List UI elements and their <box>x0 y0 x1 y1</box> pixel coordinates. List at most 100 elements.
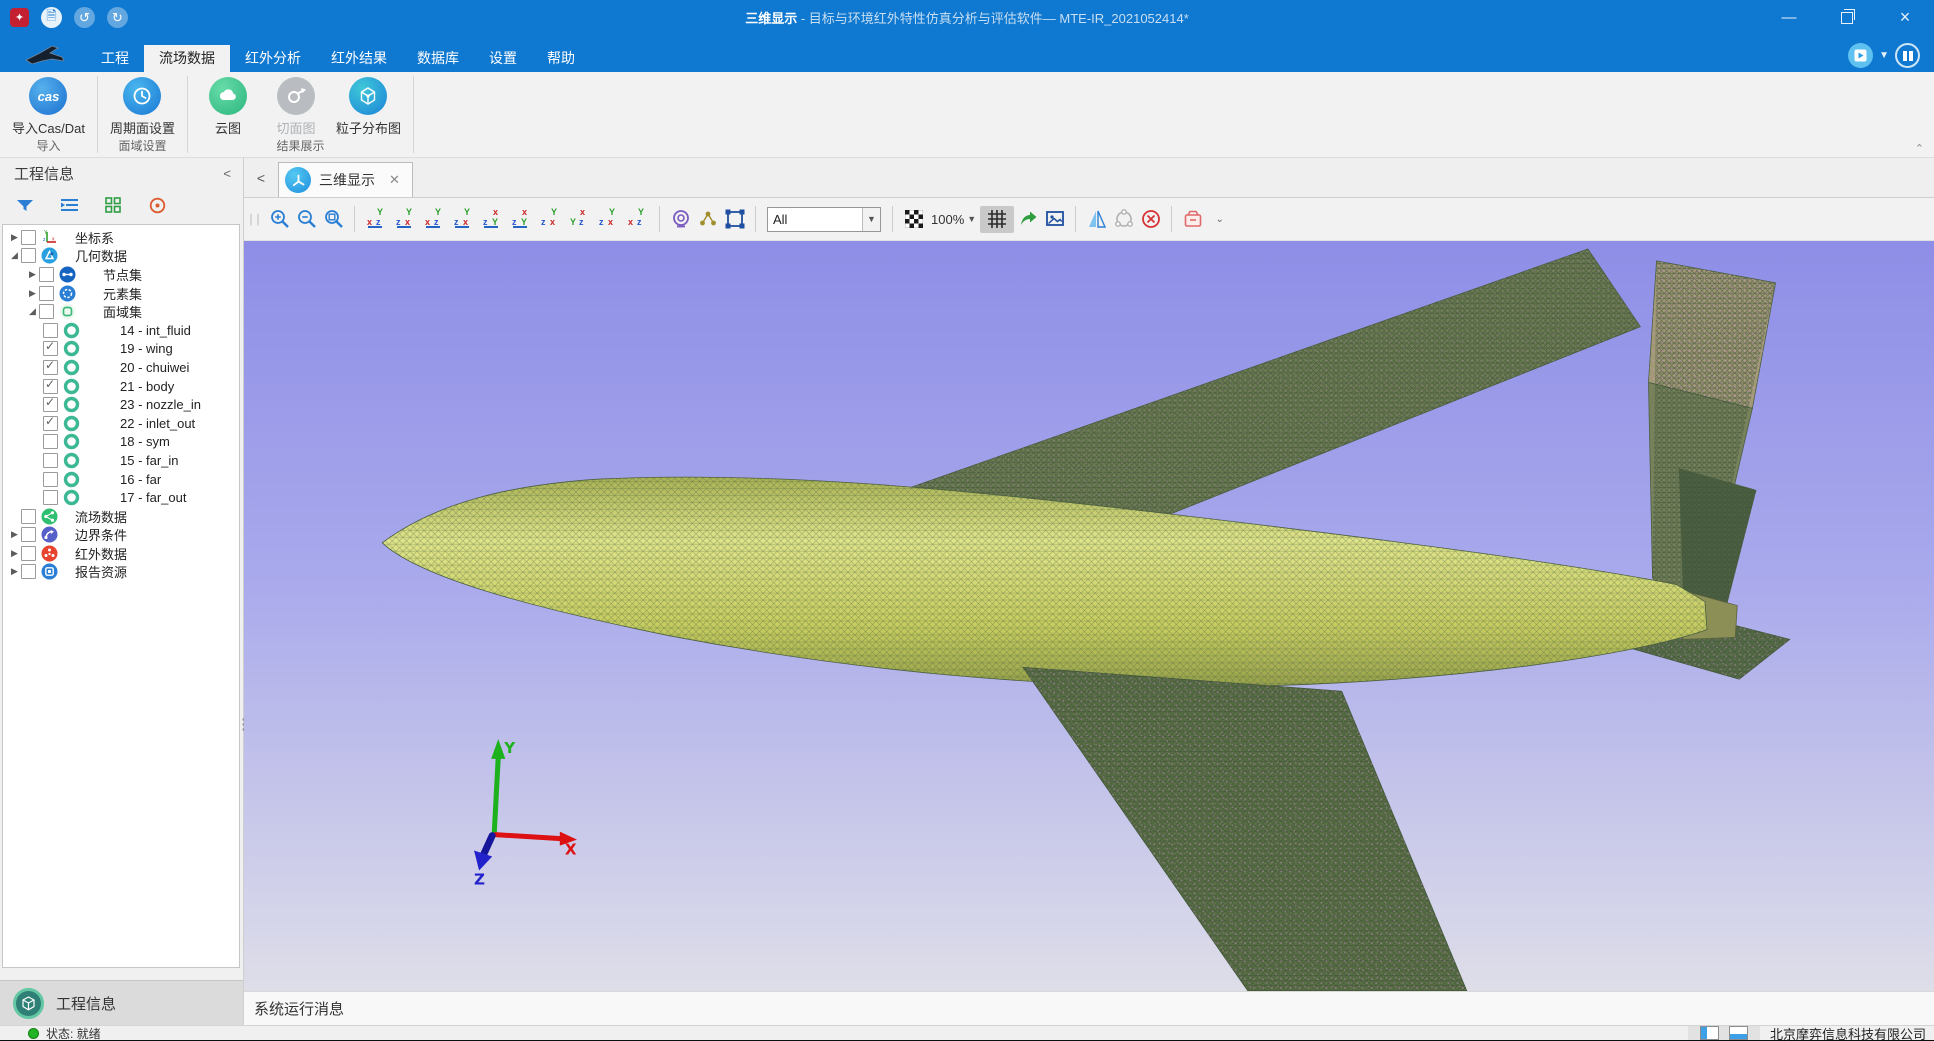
viewport-3d[interactable]: Y X Z <box>244 241 1934 991</box>
visibility-checkbox[interactable] <box>39 304 54 319</box>
zoom-in-button[interactable] <box>266 206 293 233</box>
tree-item-3[interactable]: ▶元素集 <box>3 284 239 303</box>
tree-item-11[interactable]: 18 - sym <box>3 433 239 452</box>
expander-icon[interactable]: ▶ <box>8 548 21 559</box>
tab-scroll-left-icon[interactable]: < <box>244 170 278 186</box>
visibility-checkbox[interactable] <box>39 267 54 282</box>
visibility-checkbox[interactable] <box>43 490 58 505</box>
project-info-footer-button[interactable]: 工程信息 <box>0 980 243 1025</box>
visibility-checkbox[interactable] <box>21 564 36 579</box>
ribbon-button-1-0[interactable]: 周期面设置 <box>106 77 179 137</box>
view-right-button[interactable]: Yzx <box>450 206 477 232</box>
ribbon-button-2-0[interactable]: 云图 <box>196 77 260 137</box>
visibility-checkbox[interactable] <box>21 546 36 561</box>
view-left-button[interactable]: Yxz <box>421 206 448 232</box>
close-button[interactable]: × <box>1876 0 1934 35</box>
package-button[interactable] <box>1179 206 1206 233</box>
tree-item-13[interactable]: 16 - far <box>3 470 239 489</box>
outline-list-icon[interactable] <box>58 196 80 214</box>
tab-3d-display[interactable]: 三维显示 ✕ <box>278 162 413 197</box>
box-select-button[interactable] <box>721 206 748 233</box>
tree-item-17[interactable]: ▶红外数据 <box>3 544 239 563</box>
expander-icon[interactable]: ▶ <box>8 566 21 577</box>
new-document-icon[interactable]: 🗎 <box>41 7 62 28</box>
menu-tab-5[interactable]: 设置 <box>474 45 532 72</box>
view-iso4-button[interactable]: Yxz <box>624 206 651 232</box>
visibility-checkbox[interactable] <box>43 416 58 431</box>
visibility-checkbox[interactable] <box>43 341 58 356</box>
visibility-checkbox[interactable] <box>21 248 36 263</box>
expander-icon[interactable]: ▶ <box>26 269 39 280</box>
visibility-checkbox[interactable] <box>43 360 58 375</box>
visibility-checkbox[interactable] <box>43 453 58 468</box>
view-bottom-button[interactable]: xzY <box>508 206 535 232</box>
view-back-button[interactable]: Yzx <box>392 206 419 232</box>
restore-button[interactable] <box>1818 0 1876 35</box>
tree-item-7[interactable]: 20 - chuiwei <box>3 358 239 377</box>
view-top-button[interactable]: xzY <box>479 206 506 232</box>
view-front-button[interactable]: Yxz <box>363 206 390 232</box>
zoom-level-dropdown[interactable]: 100% ▼ <box>931 212 976 227</box>
camera-button[interactable] <box>667 206 694 233</box>
visibility-checkbox[interactable] <box>43 434 58 449</box>
visibility-checkbox[interactable] <box>21 527 36 542</box>
grid-view-icon[interactable] <box>102 196 124 214</box>
menu-tab-0[interactable]: 工程 <box>86 45 144 72</box>
redo-icon[interactable]: ↻ <box>107 7 128 28</box>
visibility-checkbox[interactable] <box>21 230 36 245</box>
ribbon-button-2-2[interactable]: 粒子分布图 <box>332 77 405 137</box>
display-filter-select[interactable]: All ▼ <box>767 207 881 232</box>
visibility-checkbox[interactable] <box>43 397 58 412</box>
visibility-checkbox[interactable] <box>43 379 58 394</box>
menu-tab-2[interactable]: 红外分析 <box>230 45 316 72</box>
mirror-button[interactable] <box>1083 206 1110 233</box>
minimize-button[interactable]: — <box>1760 0 1818 35</box>
filter-icon[interactable] <box>14 196 36 214</box>
tree-item-18[interactable]: ▶报告资源 <box>3 563 239 582</box>
ribbon-collapse-icon[interactable]: ⌃ <box>1915 142 1924 155</box>
expander-icon[interactable]: ▶ <box>8 232 21 243</box>
tree-item-2[interactable]: ▶节点集 <box>3 265 239 284</box>
particle-trace-button[interactable] <box>694 206 721 233</box>
tree-item-8[interactable]: 21 - body <box>3 377 239 396</box>
menu-tab-4[interactable]: 数据库 <box>402 45 474 72</box>
layout-bottom-panel-icon[interactable] <box>1729 1026 1748 1040</box>
view-iso2-button[interactable]: xYz <box>566 206 593 232</box>
expander-icon[interactable]: ▶ <box>8 529 21 540</box>
toolbar-drag-handle[interactable]: ∣∣ <box>248 212 262 226</box>
ribbon-button-0-0[interactable]: cas导入Cas/Dat <box>8 77 89 137</box>
ring-nodes-button[interactable] <box>1110 206 1137 233</box>
tree-item-10[interactable]: 22 - inlet_out <box>3 414 239 433</box>
visibility-checkbox[interactable] <box>43 472 58 487</box>
menu-tab-3[interactable]: 红外结果 <box>316 45 402 72</box>
zoom-out-button[interactable] <box>293 206 320 233</box>
tree-item-0[interactable]: ▶Yzx坐标系 <box>3 228 239 247</box>
layout-left-panel-icon[interactable] <box>1700 1026 1719 1040</box>
undo-icon[interactable]: ↺ <box>74 7 95 28</box>
visibility-checkbox[interactable] <box>39 286 54 301</box>
tree-item-14[interactable]: 17 - far_out <box>3 488 239 507</box>
tree-item-4[interactable]: ◢面域集 <box>3 302 239 321</box>
view-iso1-button[interactable]: Yzx <box>537 206 564 232</box>
transparency-checker-icon[interactable] <box>900 206 927 233</box>
view-iso3-button[interactable]: Yzx <box>595 206 622 232</box>
zoom-fit-button[interactable] <box>320 206 347 233</box>
tree-item-6[interactable]: 19 - wing <box>3 340 239 359</box>
visibility-checkbox[interactable] <box>21 509 36 524</box>
expander-icon[interactable]: ◢ <box>26 306 39 317</box>
run-display-icon[interactable] <box>1848 43 1873 68</box>
display-filter-arrow-icon[interactable]: ▼ <box>862 208 880 231</box>
tree-item-1[interactable]: ◢几何数据 <box>3 247 239 266</box>
tree-item-16[interactable]: ▶边界条件 <box>3 526 239 545</box>
export-arrow-button[interactable] <box>1014 206 1041 233</box>
expander-icon[interactable]: ◢ <box>8 250 21 261</box>
target-icon[interactable] <box>146 196 168 214</box>
mesh-toggle-button[interactable] <box>980 206 1014 233</box>
tree-item-9[interactable]: 23 - nozzle_in <box>3 395 239 414</box>
expander-icon[interactable]: ▶ <box>26 288 39 299</box>
tree-item-12[interactable]: 15 - far_in <box>3 451 239 470</box>
visibility-checkbox[interactable] <box>43 323 58 338</box>
menu-tab-6[interactable]: 帮助 <box>532 45 590 72</box>
more-options-chevron-icon[interactable]: ⌄ <box>1206 206 1233 233</box>
tab-close-icon[interactable]: ✕ <box>389 172 400 188</box>
